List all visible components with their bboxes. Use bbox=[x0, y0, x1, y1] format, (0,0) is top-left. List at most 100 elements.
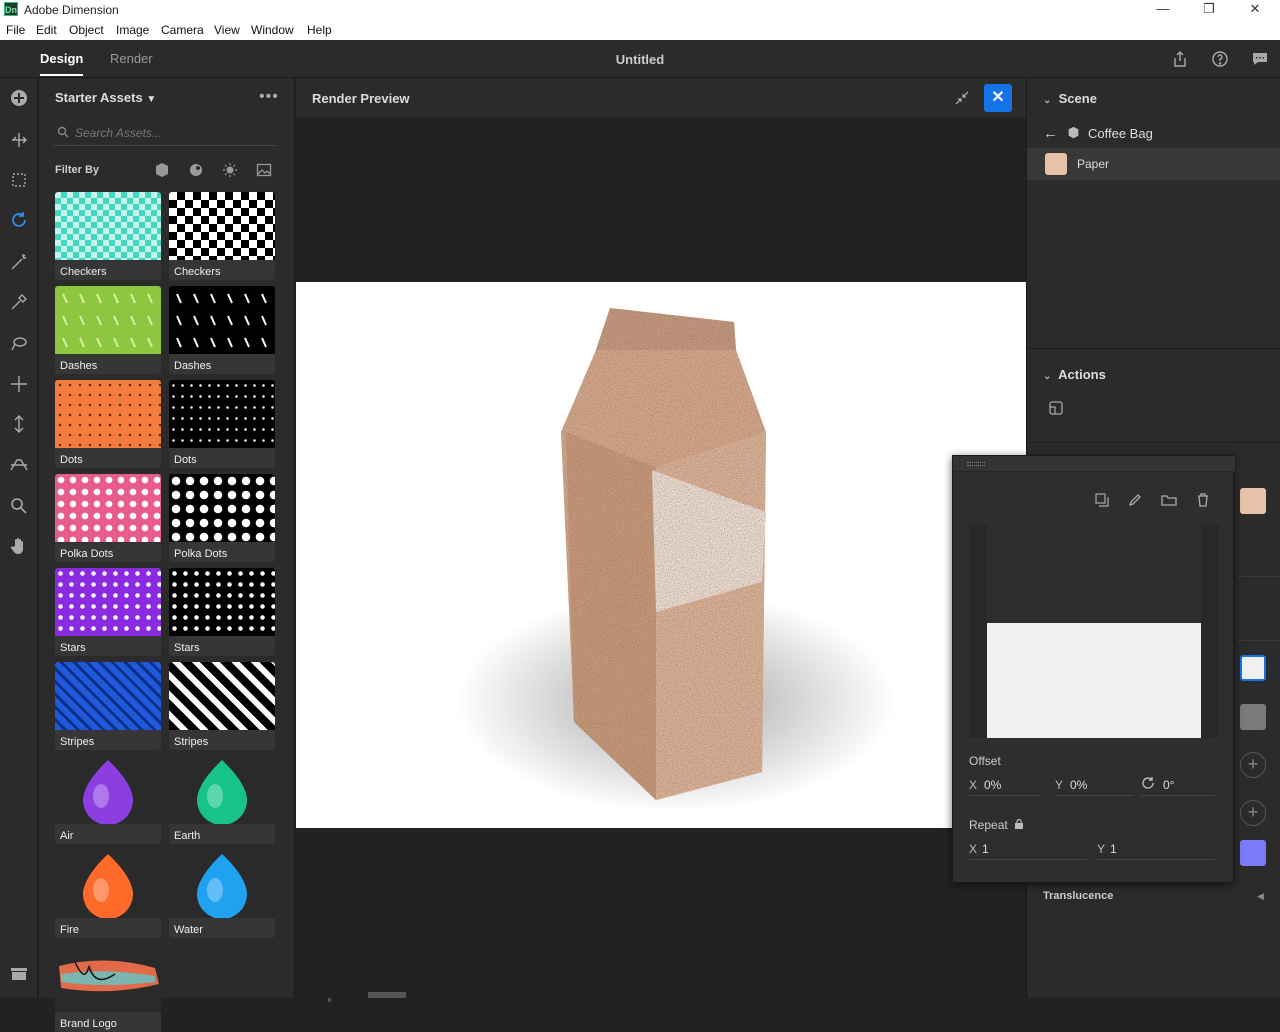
menu-camera[interactable]: Camera bbox=[161, 23, 204, 37]
asset-label: Polka Dots bbox=[60, 548, 114, 560]
layers-toggle-icon[interactable] bbox=[8, 962, 30, 984]
edit-pencil-icon[interactable] bbox=[1127, 492, 1143, 508]
menu-bar: File Edit Object Image Camera View Windo… bbox=[0, 20, 1280, 40]
rotation-field[interactable]: 0° bbox=[1141, 774, 1215, 796]
offset-x-field[interactable]: X 0% bbox=[969, 774, 1041, 796]
render-canvas[interactable] bbox=[296, 282, 1026, 828]
asset-tile[interactable]: Polka Dots bbox=[169, 474, 275, 562]
asset-tile[interactable]: Earth bbox=[169, 756, 275, 844]
search-input[interactable]: Search Assets... bbox=[53, 122, 277, 146]
purple-swatch[interactable] bbox=[1240, 840, 1266, 866]
replace-image-icon[interactable] bbox=[1094, 492, 1110, 508]
render-preview-title: Render Preview bbox=[312, 91, 410, 106]
image-texture-swatch[interactable] bbox=[1240, 655, 1266, 681]
material-name: Paper bbox=[1077, 157, 1110, 171]
material-row[interactable]: Paper bbox=[1027, 148, 1280, 180]
popup-drag-handle[interactable] bbox=[953, 456, 1235, 472]
assets-header[interactable]: Starter Assets ▼ bbox=[55, 90, 156, 105]
asset-tile[interactable]: Water bbox=[169, 850, 275, 938]
add-icon[interactable] bbox=[9, 88, 29, 108]
filter-images-icon[interactable] bbox=[256, 162, 272, 178]
menu-view[interactable]: View bbox=[214, 23, 240, 37]
collapse-icon[interactable] bbox=[954, 90, 970, 106]
translucence-label[interactable]: Translucence bbox=[1043, 890, 1113, 902]
magic-wand-icon[interactable] bbox=[9, 252, 29, 272]
scene-section-header[interactable]: ⌄ Scene bbox=[1043, 91, 1097, 106]
eyedropper-icon[interactable] bbox=[9, 292, 29, 312]
asset-tile[interactable]: Stars bbox=[55, 568, 161, 656]
horizon-icon[interactable] bbox=[9, 454, 29, 474]
asset-tile[interactable]: Checkers bbox=[55, 192, 161, 280]
chevron-down-icon: ⌄ bbox=[1043, 95, 1052, 106]
menu-help[interactable]: Help bbox=[307, 23, 332, 37]
asset-label: Stripes bbox=[174, 736, 209, 748]
close-icon: ✕ bbox=[991, 89, 1005, 106]
marquee-tool-icon[interactable] bbox=[9, 170, 29, 190]
asset-tile[interactable]: Dashes bbox=[169, 286, 275, 374]
asset-thumbnail bbox=[55, 380, 161, 448]
asset-thumbnail bbox=[55, 944, 161, 1012]
divider bbox=[1237, 640, 1280, 641]
maximize-button[interactable]: ❐ bbox=[1186, 0, 1232, 20]
share-icon[interactable] bbox=[1171, 50, 1189, 68]
help-icon[interactable] bbox=[1211, 50, 1229, 68]
asset-tile[interactable]: Brand Logo bbox=[55, 944, 161, 1032]
menu-edit[interactable]: Edit bbox=[36, 23, 57, 37]
actions-section-header[interactable]: ⌄ Actions bbox=[1043, 367, 1106, 382]
asset-tile[interactable]: Stripes bbox=[169, 662, 275, 750]
offset-y-field[interactable]: Y 0% bbox=[1055, 774, 1133, 796]
divider bbox=[1027, 442, 1280, 443]
divider bbox=[1027, 348, 1280, 349]
assets-header-label: Starter Assets bbox=[55, 90, 143, 105]
lasso-icon[interactable] bbox=[9, 334, 29, 354]
filter-materials-icon[interactable] bbox=[188, 162, 204, 178]
search-placeholder: Search Assets... bbox=[75, 126, 162, 140]
orbit-tool-icon[interactable] bbox=[9, 210, 29, 230]
asset-thumbnail bbox=[55, 568, 161, 636]
menu-image[interactable]: Image bbox=[116, 23, 149, 37]
asset-tile[interactable]: Fire bbox=[55, 850, 161, 938]
add-texture-button[interactable]: + bbox=[1240, 752, 1266, 778]
feedback-icon[interactable] bbox=[1251, 50, 1269, 68]
asset-tile[interactable]: Polka Dots bbox=[55, 474, 161, 562]
asset-tile[interactable]: Dots bbox=[169, 380, 275, 468]
lock-icon[interactable] bbox=[1015, 818, 1024, 832]
menu-file[interactable]: File bbox=[6, 23, 25, 37]
action-icon[interactable] bbox=[1049, 401, 1063, 418]
object-name[interactable]: Coffee Bag bbox=[1088, 126, 1153, 141]
horizontal-scrollbar[interactable] bbox=[368, 992, 406, 998]
close-window-button[interactable]: ✕ bbox=[1232, 0, 1278, 20]
asset-tile[interactable]: Dashes bbox=[55, 286, 161, 374]
base-color-swatch[interactable] bbox=[1240, 488, 1266, 514]
back-arrow-icon[interactable]: ← bbox=[1043, 125, 1058, 142]
asset-icon bbox=[83, 854, 133, 919]
select-tool-icon[interactable] bbox=[9, 130, 29, 150]
filter-models-icon[interactable] bbox=[154, 162, 170, 178]
asset-tile[interactable]: Dots bbox=[55, 380, 161, 468]
repeat-y-field[interactable]: Y1 bbox=[1097, 838, 1215, 860]
minimize-button[interactable]: — bbox=[1140, 0, 1186, 20]
repeat-label: Repeat bbox=[969, 818, 1024, 832]
trash-icon[interactable] bbox=[1195, 492, 1211, 508]
add-texture-button[interactable]: + bbox=[1240, 800, 1266, 826]
asset-tile[interactable]: Stripes bbox=[55, 662, 161, 750]
asset-tile[interactable]: Air bbox=[55, 756, 161, 844]
zoom-icon[interactable] bbox=[9, 496, 29, 516]
move-icon[interactable] bbox=[9, 374, 29, 394]
material-swatch[interactable] bbox=[1045, 153, 1067, 175]
asset-tile[interactable]: Stars bbox=[169, 568, 275, 656]
gray-swatch[interactable] bbox=[1240, 704, 1266, 730]
chevron-left-icon[interactable]: ◀ bbox=[1257, 891, 1264, 902]
folder-icon[interactable] bbox=[1161, 492, 1177, 508]
menu-object[interactable]: Object bbox=[69, 23, 104, 37]
asset-tile[interactable]: Checkers bbox=[169, 192, 275, 280]
more-options-icon[interactable]: ••• bbox=[259, 88, 279, 106]
dolly-icon[interactable] bbox=[9, 414, 29, 434]
asset-icon bbox=[83, 760, 133, 825]
close-preview-button[interactable]: ✕ bbox=[984, 84, 1012, 112]
search-icon bbox=[57, 126, 69, 138]
filter-lights-icon[interactable] bbox=[222, 162, 238, 178]
hand-icon[interactable] bbox=[9, 536, 29, 556]
menu-window[interactable]: Window bbox=[251, 23, 294, 37]
repeat-x-field[interactable]: X1 bbox=[969, 838, 1087, 860]
